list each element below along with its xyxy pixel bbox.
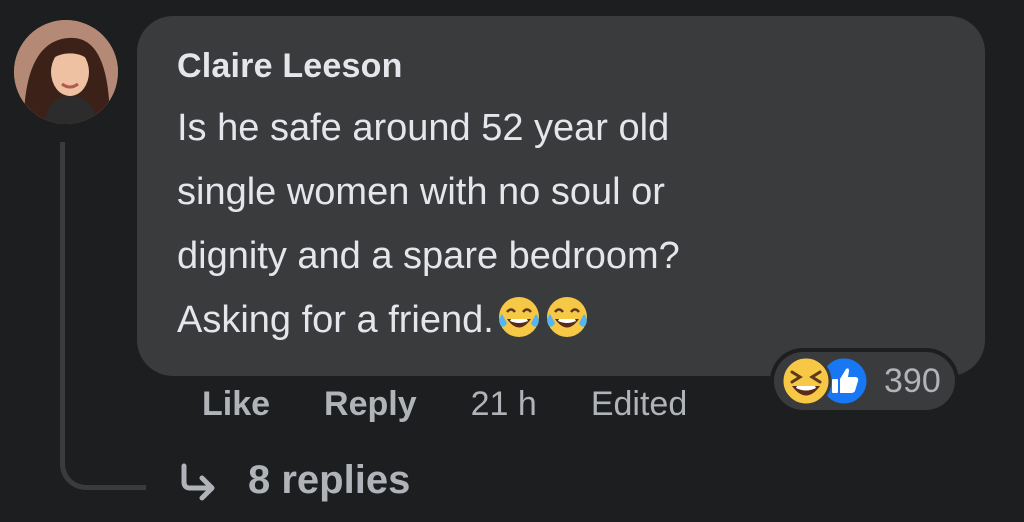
edited-label: Edited <box>590 384 688 423</box>
like-button[interactable]: Like <box>202 385 270 424</box>
laugh-cry-emoji <box>546 297 587 337</box>
laugh-cry-emoji <box>498 297 539 337</box>
reaction-count: 390 <box>884 361 941 400</box>
comment-text-line: Is he safe around 52 year old <box>177 107 670 149</box>
comment-text: Is he safe around 52 year old single wom… <box>177 96 945 352</box>
comment-text-line-last: Asking for a friend. <box>177 288 945 352</box>
comment-actions: Like Reply 21 h Edited <box>202 380 741 428</box>
thread-connector-line <box>60 142 146 490</box>
view-replies-link[interactable]: 8 replies <box>176 458 410 503</box>
comment-text-line: Asking for a friend. <box>177 299 494 341</box>
reply-button[interactable]: Reply <box>324 385 417 424</box>
reaction-summary[interactable]: 390 <box>774 352 955 410</box>
comment-author[interactable]: Claire Leeson <box>177 46 945 86</box>
comment-thread: Claire Leeson Is he safe around 52 year … <box>0 0 1024 522</box>
comment-timestamp[interactable]: 21 h <box>471 385 537 424</box>
replies-count-label[interactable]: 8 replies <box>248 458 410 503</box>
comment-bubble: Claire Leeson Is he safe around 52 year … <box>137 16 985 376</box>
reply-arrow-icon <box>181 463 215 500</box>
avatar[interactable] <box>14 20 118 124</box>
haha-reaction-icon <box>780 355 832 407</box>
comment-text-line: dignity and a spare bedroom? <box>177 235 680 277</box>
comment-text-line: single women with no soul or <box>177 171 665 213</box>
